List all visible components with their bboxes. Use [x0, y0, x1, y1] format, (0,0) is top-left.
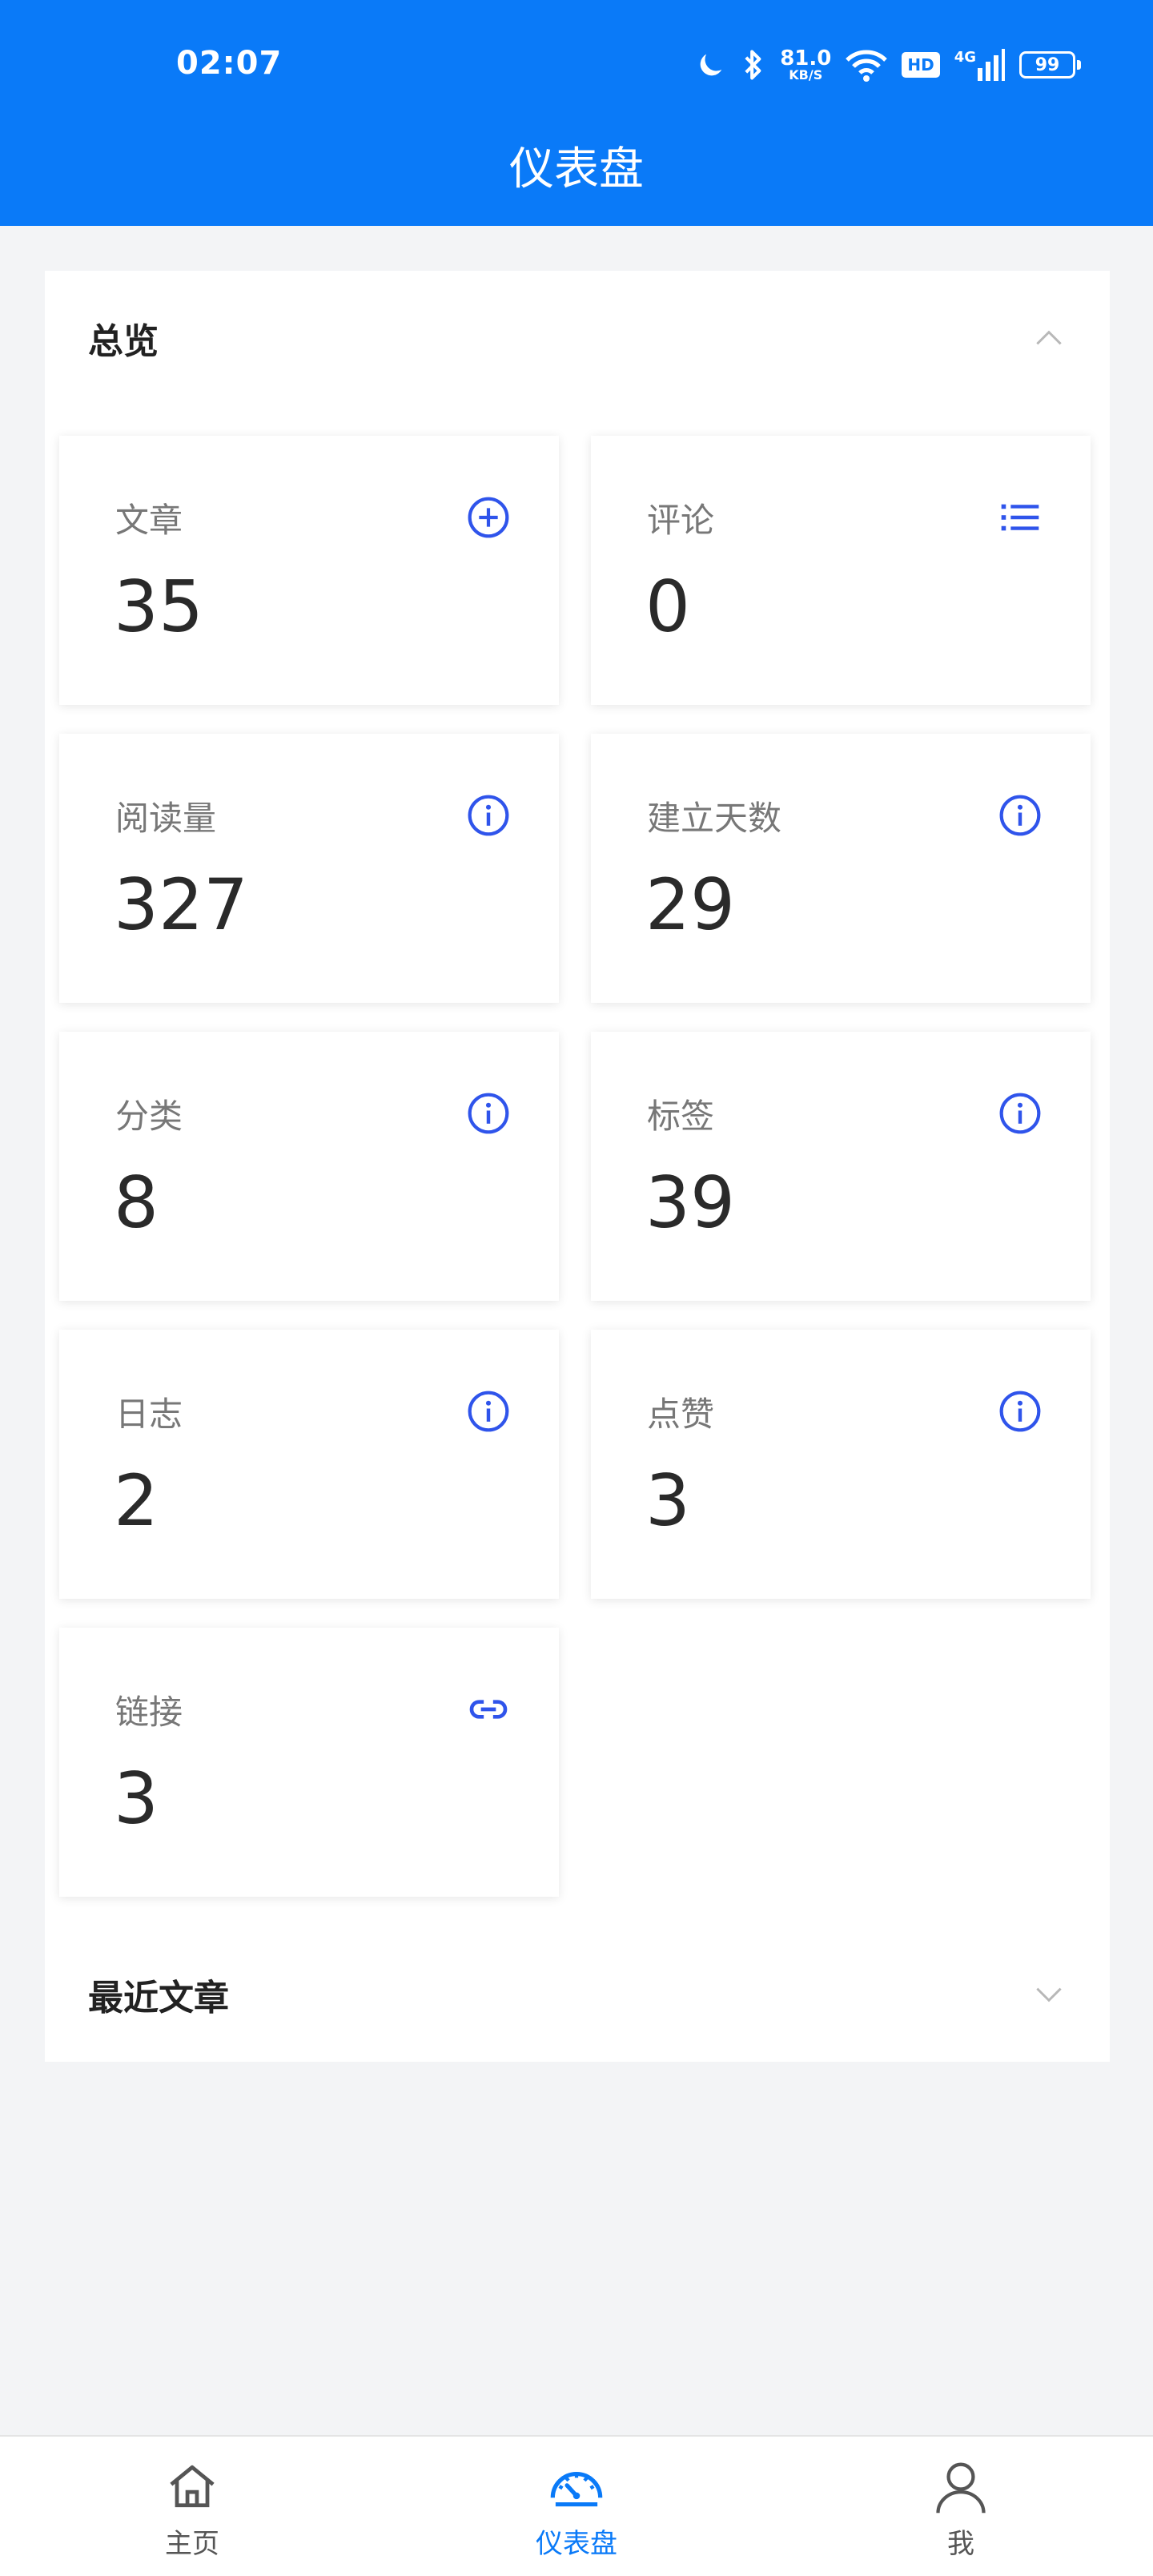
info-icon[interactable] [998, 1091, 1043, 1136]
nav-item-dashboard[interactable]: 仪表盘 [480, 2456, 673, 2561]
app-header: 02:07 81.0 KB/S HD 4G 99 仪表盘 [0, 0, 1153, 226]
stat-value: 0 [645, 566, 690, 648]
battery-icon: 99 [1019, 51, 1081, 78]
nav-label-home: 主页 [165, 2528, 219, 2560]
dashboard-icon [550, 2472, 603, 2507]
stat-label: 点赞 [647, 1395, 715, 1434]
recent-posts-header[interactable]: 最近文章 [45, 1962, 1110, 2027]
stat-card-views: 阅读量 327 [59, 734, 559, 1003]
stat-value: 39 [645, 1161, 735, 1244]
info-icon[interactable] [998, 1389, 1043, 1434]
stat-label: 建立天数 [647, 799, 782, 838]
net-speed-unit: KB/S [789, 67, 823, 83]
bottom-nav: 主页 仪表盘 我 [0, 2435, 1153, 2576]
status-time: 02:07 [176, 45, 283, 82]
wifi-icon [846, 50, 888, 82]
net-speed: 81.0 KB/S [780, 48, 831, 82]
page-title: 仪表盘 [509, 143, 644, 195]
info-icon[interactable] [466, 1091, 511, 1136]
nav-item-me[interactable]: 我 [865, 2456, 1057, 2561]
stat-value: 35 [114, 566, 203, 648]
hd-badge: HD [902, 52, 940, 78]
user-icon [936, 2462, 986, 2514]
stat-label: 链接 [115, 1693, 183, 1732]
chevron-up-icon[interactable] [1031, 320, 1067, 356]
stat-card-tags: 标签 39 [591, 1032, 1091, 1301]
stat-label: 标签 [647, 1097, 715, 1136]
stat-label: 文章 [115, 501, 183, 540]
nav-label-me: 我 [947, 2528, 974, 2560]
overview-header[interactable]: 总览 [45, 306, 1110, 370]
add-circle-icon[interactable] [466, 495, 511, 540]
stat-card-articles[interactable]: 文章 35 [59, 436, 559, 705]
stat-label: 评论 [647, 501, 715, 540]
list-icon[interactable] [998, 495, 1043, 540]
signal-group: 4G [954, 49, 1005, 81]
stat-card-likes: 点赞 3 [591, 1330, 1091, 1599]
info-icon[interactable] [998, 793, 1043, 838]
stat-card-journals: 日志 2 [59, 1330, 559, 1599]
stat-card-comments[interactable]: 评论 0 [591, 436, 1091, 705]
stat-label: 日志 [115, 1395, 183, 1434]
stat-value: 8 [114, 1161, 159, 1244]
overview-title: 总览 [88, 321, 159, 362]
home-icon [170, 2465, 215, 2508]
stat-value: 3 [114, 1757, 159, 1840]
status-icons: 81.0 KB/S HD 4G 99 [695, 43, 1081, 87]
stat-value: 29 [645, 863, 735, 946]
bluetooth-icon [745, 50, 761, 80]
link-icon[interactable] [466, 1687, 511, 1732]
stat-card-links[interactable]: 链接 3 [59, 1628, 559, 1897]
signal-icon [978, 49, 1005, 81]
chevron-down-icon[interactable] [1031, 1977, 1067, 2012]
net-speed-value: 81.0 [780, 46, 832, 70]
signal-type-label: 4G [954, 49, 976, 66]
stat-value: 2 [114, 1459, 159, 1542]
stat-card-categories: 分类 8 [59, 1032, 559, 1301]
stat-label: 分类 [115, 1097, 183, 1136]
info-icon[interactable] [466, 793, 511, 838]
stat-value: 3 [645, 1459, 690, 1542]
stat-value: 327 [114, 863, 248, 946]
recent-posts-title: 最近文章 [88, 1978, 229, 2019]
battery-level: 99 [1019, 51, 1075, 78]
stat-label: 阅读量 [115, 799, 217, 838]
moon-icon [700, 54, 722, 76]
nav-item-home[interactable]: 主页 [96, 2456, 288, 2561]
stat-card-days: 建立天数 29 [591, 734, 1091, 1003]
overview-panel: 总览 文章 35 评论 0 阅读量 327 建立天数 29 分类 8 标签 39… [45, 271, 1110, 2062]
nav-label-dashboard: 仪表盘 [536, 2528, 617, 2560]
info-icon[interactable] [466, 1389, 511, 1434]
